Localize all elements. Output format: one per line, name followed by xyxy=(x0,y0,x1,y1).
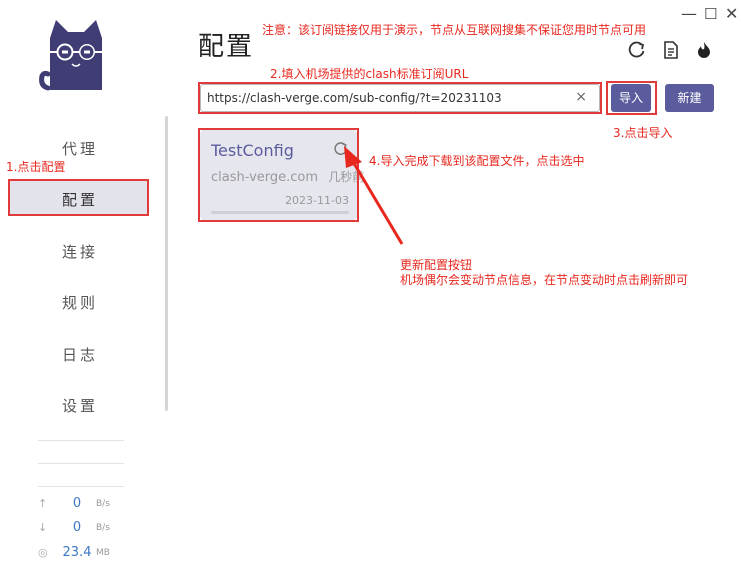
fire-icon[interactable] xyxy=(694,40,714,60)
annotation-notice: 注意：该订阅链接仅用于演示，节点从互联网搜集不保证您用时节点可用 xyxy=(262,23,647,37)
profile-host-text: clash-verge.com xyxy=(211,170,319,185)
new-profile-button[interactable]: 新建 xyxy=(665,84,714,112)
import-button[interactable]: 导入 xyxy=(611,84,651,112)
clear-input-icon[interactable]: × xyxy=(575,89,587,105)
annotation-arrow xyxy=(344,146,404,245)
download-speed: ↓ 0 B/s xyxy=(38,520,110,535)
app-window: — ☐ ✕ 代理 配置 连接 规则 日志 设置 ↑ 0 B/s ↓ 0 B/s … xyxy=(0,0,741,565)
arrow-down-icon: ↓ xyxy=(38,521,48,534)
annotation-step2: 2.填入机场提供的clash标准订阅URL xyxy=(270,67,469,81)
profile-name: TestConfig xyxy=(211,141,294,160)
sidebar-item-profiles[interactable]: 配置 xyxy=(0,189,160,210)
close-button[interactable]: ✕ xyxy=(725,4,738,23)
profile-usage-bar xyxy=(211,211,349,214)
download-unit: B/s xyxy=(96,522,110,533)
download-value: 0 xyxy=(72,520,82,535)
arrow-up-icon: ↑ xyxy=(38,497,48,510)
memory-icon: ◎ xyxy=(38,546,48,559)
divider xyxy=(38,486,124,487)
refresh-icon[interactable] xyxy=(627,40,647,60)
memory-value: 23.4 xyxy=(62,545,92,560)
subscription-url-field[interactable]: × xyxy=(200,84,600,112)
annotation-refresh-desc: 机场偶尔会变动节点信息，在节点变动时点击刷新即可 xyxy=(400,273,689,287)
minimize-button[interactable]: — xyxy=(681,4,697,23)
annotation-step3: 3.点击导入 xyxy=(613,126,673,140)
sidebar-item-connections[interactable]: 连接 xyxy=(0,241,160,262)
memory-usage: ◎ 23.4 MB xyxy=(38,545,110,560)
subscription-url-input[interactable] xyxy=(201,85,561,111)
clash-verge-logo-icon xyxy=(39,20,102,91)
sidebar-item-rules[interactable]: 规则 xyxy=(0,292,160,313)
upload-value: 0 xyxy=(72,496,82,511)
sidebar-item-settings[interactable]: 设置 xyxy=(0,395,160,416)
upload-unit: B/s xyxy=(96,498,110,509)
divider xyxy=(38,463,124,464)
sidebar-item-proxy[interactable]: 代理 xyxy=(0,138,160,159)
upload-speed: ↑ 0 B/s xyxy=(38,496,110,511)
divider xyxy=(38,440,124,441)
memory-unit: MB xyxy=(96,547,110,558)
file-icon[interactable] xyxy=(661,40,681,60)
sidebar-item-logs[interactable]: 日志 xyxy=(0,344,160,365)
maximize-button[interactable]: ☐ xyxy=(704,5,717,23)
page-title: 配置 xyxy=(198,32,255,62)
sidebar-scrollbar[interactable] xyxy=(165,116,168,411)
annotation-step1: 1.点击配置 xyxy=(6,160,66,174)
